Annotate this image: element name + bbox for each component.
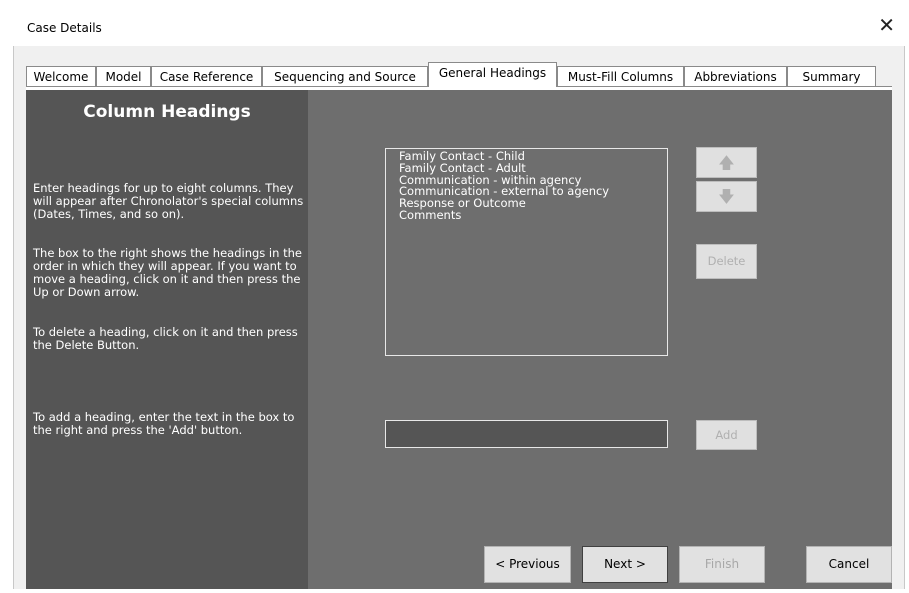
dialog-body: Welcome Model Case Reference Sequencing …	[13, 46, 905, 589]
window-title: Case Details	[27, 21, 102, 35]
instructions-para-2: The box to the right shows the headings …	[33, 246, 302, 299]
tab-summary[interactable]: Summary	[787, 66, 876, 87]
instructions-panel: Column Headings Enter headings for up to…	[26, 90, 308, 589]
previous-button[interactable]: < Previous	[484, 546, 571, 583]
add-button[interactable]: Add	[696, 420, 757, 450]
instructions-para-4: To add a heading, enter the text in the …	[33, 410, 295, 437]
next-button[interactable]: Next >	[582, 546, 668, 583]
arrow-down-icon: 🡇	[718, 187, 735, 206]
tab-model[interactable]: Model	[96, 66, 151, 87]
new-heading-input[interactable]	[385, 420, 668, 448]
close-icon[interactable]: ✕	[878, 15, 895, 35]
tab-sequencing-and-source[interactable]: Sequencing and Source	[262, 66, 428, 87]
headings-listbox[interactable]: Family Contact - Child Family Contact - …	[385, 148, 668, 356]
cancel-button[interactable]: Cancel	[806, 546, 892, 583]
instructions-para-1: Enter headings for up to eight columns. …	[33, 181, 304, 221]
tab-must-fill-columns[interactable]: Must-Fill Columns	[557, 66, 684, 87]
tab-general-headings[interactable]: General Headings	[428, 62, 557, 87]
tab-abbreviations[interactable]: Abbreviations	[684, 66, 787, 87]
delete-button[interactable]: Delete	[696, 244, 757, 279]
instructions-para-3: To delete a heading, click on it and the…	[33, 325, 298, 352]
arrow-up-icon: 🡅	[718, 153, 735, 172]
panel-heading: Column Headings	[83, 102, 251, 122]
tab-welcome[interactable]: Welcome	[26, 66, 96, 87]
title-bar: Case Details ✕	[13, 8, 903, 46]
move-down-button[interactable]: 🡇	[696, 181, 757, 212]
tab-case-reference[interactable]: Case Reference	[151, 66, 262, 87]
list-item[interactable]: Comments	[399, 209, 654, 222]
tab-panel-general-headings: Column Headings Enter headings for up to…	[26, 90, 892, 589]
finish-button[interactable]: Finish	[679, 546, 765, 583]
move-up-button[interactable]: 🡅	[696, 147, 757, 178]
